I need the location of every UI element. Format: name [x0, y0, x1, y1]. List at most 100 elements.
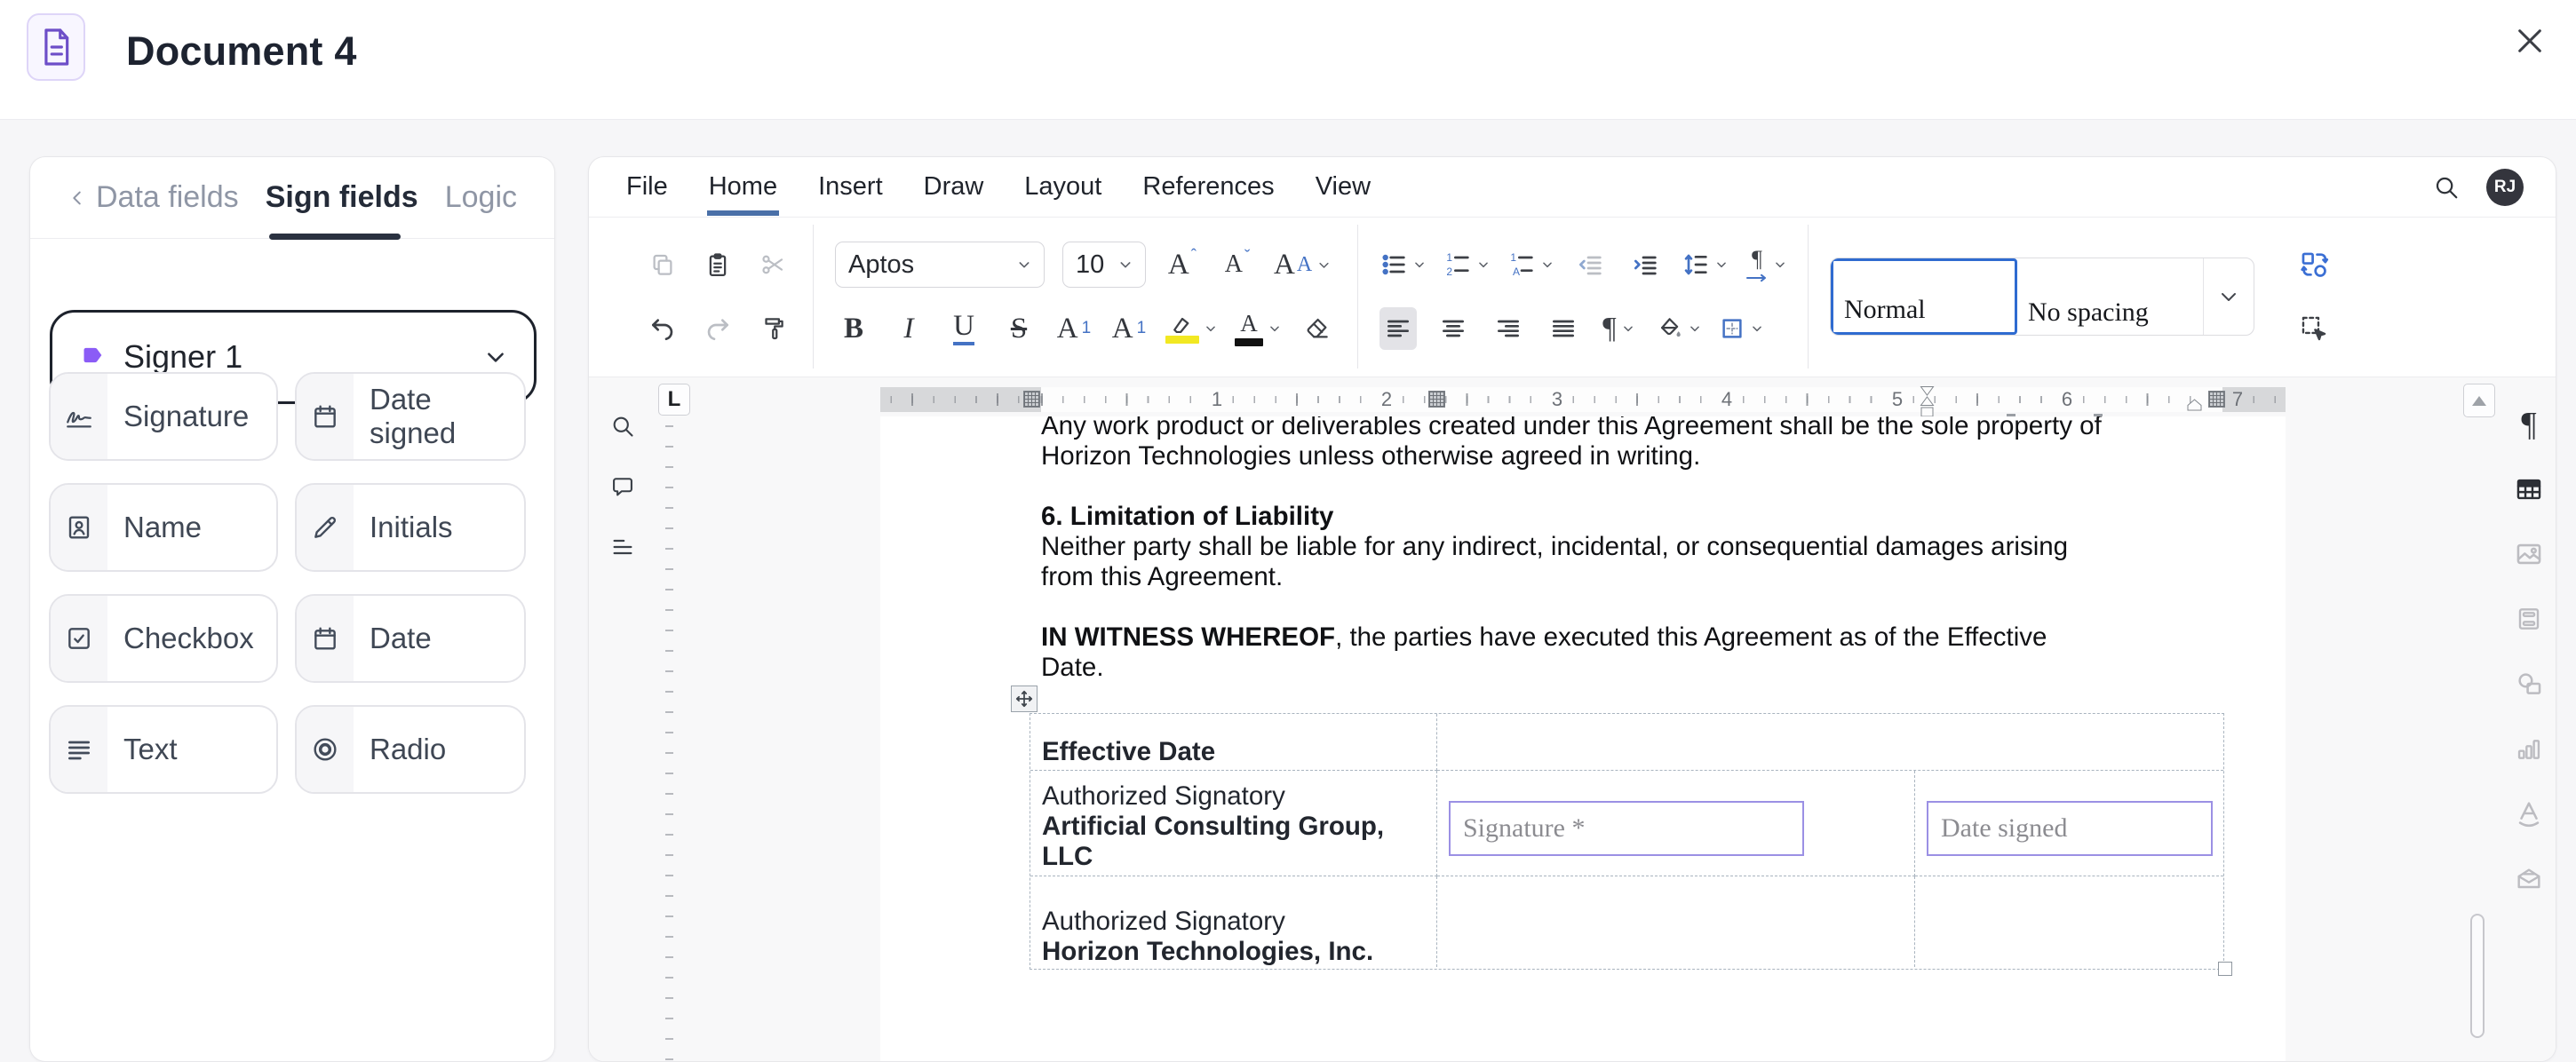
calendar-icon: [297, 596, 354, 681]
paragraph-direction-button[interactable]: ¶: [1745, 243, 1786, 286]
font-size-select[interactable]: 10: [1062, 242, 1146, 288]
font-color-button[interactable]: A: [1235, 307, 1281, 350]
redo-button[interactable]: [699, 307, 736, 350]
show-formatting-marks-button[interactable]: ¶: [1600, 307, 1637, 350]
font-name-value: Aptos: [848, 250, 914, 280]
document-icon[interactable]: [27, 13, 85, 81]
borders-button[interactable]: [1719, 307, 1763, 350]
format-painter-button[interactable]: [754, 307, 791, 350]
date-signed-field[interactable]: Date signed: [1927, 801, 2213, 856]
word-art-icon[interactable]: [2513, 797, 2545, 829]
paste-button[interactable]: [699, 243, 736, 286]
cut-button[interactable]: [754, 243, 791, 286]
copy-button[interactable]: [644, 243, 681, 286]
text-field-button[interactable]: Text: [49, 705, 278, 794]
line-spacing-button[interactable]: [1682, 243, 1728, 286]
comment-icon[interactable]: [610, 474, 637, 501]
shading-button[interactable]: [1655, 307, 1701, 350]
underline-button[interactable]: U: [945, 307, 982, 350]
multilevel-list-button[interactable]: 1 A: [1507, 243, 1554, 286]
tab-label: Logic: [445, 180, 517, 215]
font-group: Aptos 10 Aˆ Aˇ A A: [813, 225, 1357, 369]
close-icon[interactable]: [2508, 20, 2551, 62]
superscript-button[interactable]: A1: [1055, 307, 1093, 350]
subscript-button[interactable]: A1: [1110, 307, 1148, 350]
highlight-color-button[interactable]: [1165, 307, 1217, 350]
tab-label: Sign fields: [266, 180, 418, 215]
checkbox-icon: [51, 596, 107, 681]
numbered-list-button[interactable]: 1 2: [1443, 243, 1490, 286]
menu-home[interactable]: Home: [707, 158, 779, 216]
outline-icon[interactable]: [610, 535, 637, 561]
increase-indent-button[interactable]: [1626, 243, 1664, 286]
vertical-ruler: [665, 405, 673, 1061]
menu-file[interactable]: File: [624, 158, 670, 216]
checkbox-field-button[interactable]: Checkbox: [49, 594, 278, 683]
styles-expand-button[interactable]: [2204, 258, 2254, 335]
avatar[interactable]: RJ: [2486, 169, 2524, 206]
document-page[interactable]: Any work product or deliverables created…: [880, 416, 2286, 1061]
table-resize-handle[interactable]: [2218, 962, 2232, 976]
style-no-spacing[interactable]: No spacing: [2017, 258, 2204, 335]
font-name-select[interactable]: Aptos: [835, 242, 1045, 288]
align-center-button[interactable]: [1435, 307, 1472, 350]
image-icon[interactable]: [2513, 538, 2545, 570]
decrease-indent-button[interactable]: [1571, 243, 1609, 286]
doc-line: from this Agreement.: [1041, 562, 2222, 592]
radio-field-button[interactable]: Radio: [295, 705, 526, 794]
svg-text:1: 1: [1446, 251, 1452, 264]
shapes-icon[interactable]: [2513, 668, 2545, 700]
justify-button[interactable]: [1545, 307, 1582, 350]
shrink-font-button[interactable]: Aˇ: [1219, 243, 1256, 286]
date-field-button[interactable]: Date: [295, 594, 526, 683]
document-workspace: L 1 2 3 4 5 6 7: [589, 376, 2556, 1061]
tab-logic[interactable]: Logic: [445, 180, 517, 215]
initials-field-button[interactable]: Initials: [295, 483, 526, 572]
bold-button[interactable]: B: [835, 307, 872, 350]
tab-sign-fields[interactable]: Sign fields: [266, 180, 418, 215]
menu-draw[interactable]: Draw: [922, 158, 986, 216]
signature-field-button[interactable]: Signature: [49, 372, 278, 461]
replace-button[interactable]: [2295, 243, 2333, 286]
grow-font-button[interactable]: Aˆ: [1164, 243, 1201, 286]
select-button[interactable]: [2295, 307, 2333, 350]
chevron-left-icon: [68, 185, 87, 211]
menu-layout[interactable]: Layout: [1022, 158, 1103, 216]
chevron-down-icon: [1477, 258, 1490, 271]
page-icon[interactable]: [2513, 603, 2545, 635]
styles-group: Normal No spacing: [1808, 225, 2276, 369]
table-column-marker[interactable]: [1023, 391, 1040, 408]
chart-icon[interactable]: [2513, 733, 2545, 765]
align-right-button[interactable]: [1490, 307, 1527, 350]
undo-button[interactable]: [644, 307, 681, 350]
bullet-list-button[interactable]: [1379, 243, 1426, 286]
name-field-button[interactable]: Name: [49, 483, 278, 572]
menu-view[interactable]: View: [1314, 158, 1372, 216]
pilcrow-icon[interactable]: ¶: [2513, 408, 2545, 440]
signature-field[interactable]: Signature *: [1449, 801, 1804, 856]
change-case-button[interactable]: A A: [1274, 243, 1331, 286]
editor-menubar: File Home Insert Draw Layout References …: [589, 157, 2556, 218]
search-icon[interactable]: [2433, 174, 2460, 201]
italic-button[interactable]: I: [890, 307, 927, 350]
table-icon[interactable]: [2513, 473, 2545, 505]
mail-icon[interactable]: [2513, 862, 2545, 894]
align-left-button[interactable]: [1379, 307, 1417, 350]
table-column-marker[interactable]: [2208, 391, 2225, 408]
scroll-up-button[interactable]: [2463, 384, 2495, 417]
right-indent-marker[interactable]: [2187, 399, 2202, 416]
vertical-scrollbar-thumb[interactable]: [2470, 914, 2485, 1038]
strikethrough-button[interactable]: S: [1000, 307, 1038, 350]
tab-stop-selector[interactable]: L: [658, 384, 690, 416]
menu-insert[interactable]: Insert: [816, 158, 885, 216]
date-signed-field-button[interactable]: Date signed: [295, 372, 526, 461]
table-column-marker[interactable]: [1428, 391, 1445, 408]
style-normal[interactable]: Normal: [1831, 258, 2017, 335]
table-cell-empty: [1437, 714, 2223, 771]
menu-references[interactable]: References: [1141, 158, 1276, 216]
clear-formatting-button[interactable]: [1299, 307, 1336, 350]
insert-strip: ¶: [2502, 408, 2556, 894]
find-icon[interactable]: [610, 414, 637, 440]
table-move-handle[interactable]: [1011, 686, 1038, 712]
tab-data-fields[interactable]: Data fields: [68, 180, 239, 215]
